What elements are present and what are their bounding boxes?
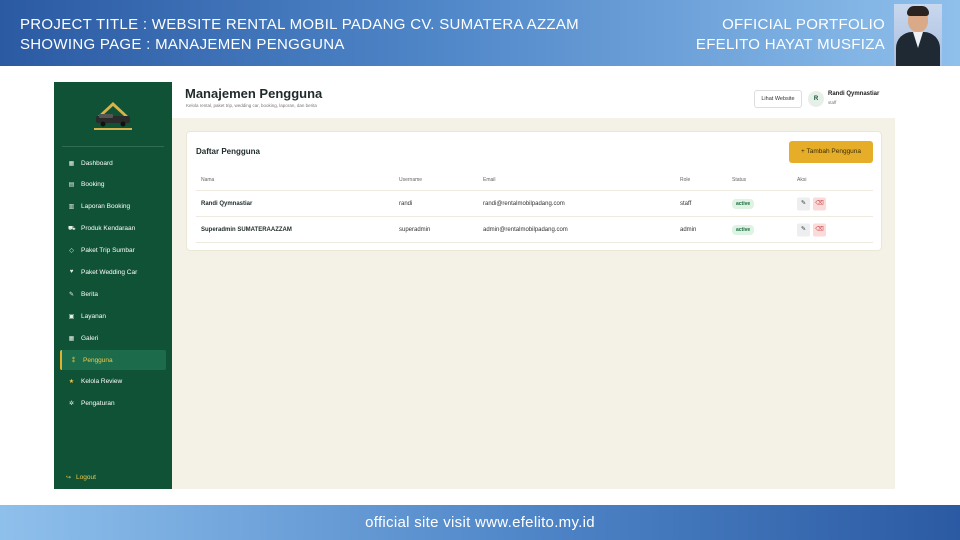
sidebar-item-kelola-review[interactable]: ★ Kelola Review <box>60 372 166 392</box>
view-website-button[interactable]: Lihat Website <box>754 90 802 108</box>
status-cell: active <box>732 198 755 209</box>
role-cell: staff <box>680 200 692 207</box>
report-icon: ▥ <box>68 204 75 211</box>
sidebar-item-label: Pengguna <box>83 356 113 364</box>
column-header-status: Status <box>732 177 747 183</box>
sidebar-item-label: Dashboard <box>81 159 113 167</box>
users-card: Daftar Pengguna + Tambah Pengguna Nama U… <box>186 131 882 251</box>
status-badge: active <box>732 224 755 235</box>
column-header-role: Role <box>680 177 691 183</box>
author-photo <box>894 4 942 66</box>
email-cell: admin@rentalmobilpadang.com <box>483 226 568 233</box>
author-name: EFELITO HAYAT MUSFIZA <box>695 36 885 53</box>
actions-cell: ✎ ⌫ <box>797 197 829 210</box>
calendar-icon: ▤ <box>68 182 75 189</box>
sidebar-item-laporan-booking[interactable]: ▥ Laporan Booking <box>60 197 166 217</box>
company-logo <box>94 102 132 130</box>
sidebar-item-paket-wedding-car[interactable]: ♥ Paket Wedding Car <box>60 262 166 282</box>
logout-label: Logout <box>76 474 96 481</box>
project-title: PROJECT TITLE : WEBSITE RENTAL MOBIL PAD… <box>20 16 579 33</box>
table-row: Superadmin SUMATERAAZZAM superadmin admi… <box>196 217 873 243</box>
column-header-actions: Aksi <box>797 177 807 183</box>
role-cell: admin <box>680 226 697 233</box>
sidebar-item-label: Laporan Booking <box>81 203 131 211</box>
sidebar-item-label: Galeri <box>81 334 99 342</box>
actions-cell: ✎ ⌫ <box>797 223 829 236</box>
status-cell: active <box>732 224 755 235</box>
gallery-icon: ▦ <box>68 335 75 342</box>
edit-user-button[interactable]: ✎ <box>797 223 810 236</box>
showing-page: SHOWING PAGE : MANAJEMEN PENGGUNA <box>20 36 345 53</box>
grid-icon: ▦ <box>68 160 75 167</box>
delete-user-button[interactable]: ⌫ <box>813 197 826 210</box>
sidebar-divider <box>62 146 164 147</box>
edit-user-button[interactable]: ✎ <box>797 197 810 210</box>
sidebar-item-label: Layanan <box>81 312 106 320</box>
service-icon: ▣ <box>68 313 75 320</box>
official-portfolio-label: OFFICIAL PORTFOLIO <box>722 16 885 33</box>
status-badge: active <box>732 198 755 209</box>
table-row: Randi Qymnastiar randi randi@rentalmobil… <box>196 191 873 217</box>
portfolio-info: OFFICIAL PORTFOLIO EFELITO HAYAT MUSFIZA <box>696 15 885 55</box>
sidebar-item-pengguna[interactable]: ⁑ Pengguna <box>60 350 166 371</box>
sidebar-item-label: Berita <box>81 290 98 298</box>
sidebar-item-produk-kendaraan[interactable]: ⛟ Produk Kendaraan <box>60 219 166 239</box>
sidebar-item-label: Paket Trip Sumbar <box>81 247 135 255</box>
sidebar-item-label: Kelola Review <box>81 378 123 386</box>
admin-app: ▦ Dashboard ▤ Booking ▥ Laporan Booking ⛟ Produ… <box>54 82 895 489</box>
car-icon: ⛟ <box>68 225 76 232</box>
news-icon: ✎ <box>68 291 75 298</box>
sidebar: ▦ Dashboard ▤ Booking ▥ Laporan Booking ⛟ Produ… <box>54 82 172 489</box>
sidebar-item-layanan[interactable]: ▣ Layanan <box>60 306 166 326</box>
users-table: Nama Username Email Role Status Aksi Ran… <box>196 177 873 243</box>
logout-icon: ↪ <box>66 475 72 481</box>
avatar[interactable]: R <box>808 91 824 107</box>
pencil-icon: ✎ <box>800 226 807 232</box>
page-title: Manajemen Pengguna <box>185 86 323 101</box>
user-name-cell: Superadmin SUMATERAAZZAM <box>201 226 292 233</box>
user-name: Randi Qymnastiar <box>828 91 880 97</box>
sidebar-item-pengaturan[interactable]: ✲ Pengaturan <box>60 394 166 414</box>
pencil-icon: ✎ <box>800 200 807 206</box>
map-pin-icon: ◇ <box>69 248 74 255</box>
star-icon: ★ <box>68 379 75 386</box>
add-user-button[interactable]: + Tambah Pengguna <box>789 141 873 163</box>
column-header-email: Email <box>483 177 496 183</box>
logout-button[interactable]: ↪ Logout <box>66 474 96 481</box>
sidebar-item-label: Produk Kendaraan <box>81 225 136 233</box>
sidebar-item-berita[interactable]: ✎ Berita <box>60 284 166 304</box>
sidebar-item-label: Paket Wedding Car <box>81 268 138 276</box>
column-header-username: Username <box>399 177 423 183</box>
card-title: Daftar Pengguna <box>196 147 261 156</box>
page-subtitle: Kelola rental, paket trip, wedding car, … <box>186 103 317 108</box>
email-cell: randi@rentalmobilpadang.com <box>483 200 565 207</box>
username-cell: superadmin <box>399 226 431 233</box>
sidebar-item-label: Booking <box>81 181 105 189</box>
user-name-cell: Randi Qymnastiar <box>201 200 253 207</box>
sidebar-nav: ▦ Dashboard ▤ Booking ▥ Laporan Booking ⛟ Produ… <box>60 153 166 416</box>
portfolio-header-banner: PROJECT TITLE : WEBSITE RENTAL MOBIL PAD… <box>0 0 960 66</box>
sidebar-item-label: Pengaturan <box>81 400 115 408</box>
sidebar-item-dashboard[interactable]: ▦ Dashboard <box>60 153 166 173</box>
delete-icon: ⌫ <box>815 200 824 206</box>
sidebar-item-galeri[interactable]: ▦ Galeri <box>60 328 166 348</box>
page-header: Manajemen Pengguna Kelola rental, paket … <box>172 82 895 118</box>
wedding-icon: ♥ <box>69 269 74 276</box>
table-header-row: Nama Username Email Role Status Aksi <box>196 177 873 191</box>
delete-user-button[interactable]: ⌫ <box>813 223 826 236</box>
portfolio-footer-banner: official site visit www.efelito.my.id <box>0 505 960 540</box>
users-icon: ⁑ <box>72 357 75 364</box>
project-info: PROJECT TITLE : WEBSITE RENTAL MOBIL PAD… <box>20 15 579 55</box>
delete-icon: ⌫ <box>815 226 824 232</box>
gear-icon: ✲ <box>68 401 75 408</box>
username-cell: randi <box>399 200 413 207</box>
user-role: staff <box>828 100 837 105</box>
sidebar-item-paket-trip-sumbar[interactable]: ◇ Paket Trip Sumbar <box>60 241 166 261</box>
sidebar-item-booking[interactable]: ▤ Booking <box>60 175 166 195</box>
column-header-name: Nama <box>201 177 215 183</box>
